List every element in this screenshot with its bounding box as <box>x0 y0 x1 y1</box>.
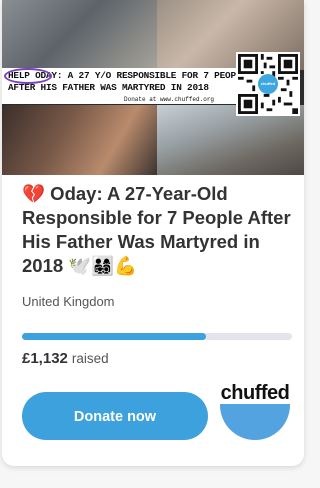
raised-amount: £1,132 <box>22 350 68 367</box>
chuffed-logo-text: chuffed <box>220 382 290 404</box>
photo-family-selfie <box>2 105 157 175</box>
progress-fill <box>22 333 206 340</box>
card-body: 💔 Oday: A 27-Year-Old Responsible for 7 … <box>22 182 294 278</box>
chuffed-logo: chuffed <box>216 382 294 448</box>
raised-summary: £1,132 raised <box>22 350 109 367</box>
qr-code-icon: chuffed <box>236 52 300 116</box>
donate-at-caption: Donate at www.chuffed.org <box>122 96 217 103</box>
progress-bar <box>22 333 292 340</box>
donate-button[interactable]: Donate now <box>22 392 208 440</box>
chuffed-bowl-icon <box>220 404 290 440</box>
photo-man-holding-child <box>2 0 157 70</box>
campaign-title[interactable]: 💔 Oday: A 27-Year-Old Responsible for 7 … <box>22 182 294 278</box>
campaign-card[interactable]: HELP ODAY: A 27 Y/O RESPONSIBLE FOR 7 PE… <box>2 0 304 466</box>
banner-line-2: AFTER HIS FATHER WAS MARTYRED IN 2018 <box>8 82 209 93</box>
qr-logo: chuffed <box>258 74 278 94</box>
raised-label: raised <box>71 351 109 366</box>
campaign-location: United Kingdom <box>22 294 115 309</box>
campaign-image[interactable]: HELP ODAY: A 27 Y/O RESPONSIBLE FOR 7 PE… <box>2 0 304 175</box>
highlight-circle <box>4 68 52 84</box>
